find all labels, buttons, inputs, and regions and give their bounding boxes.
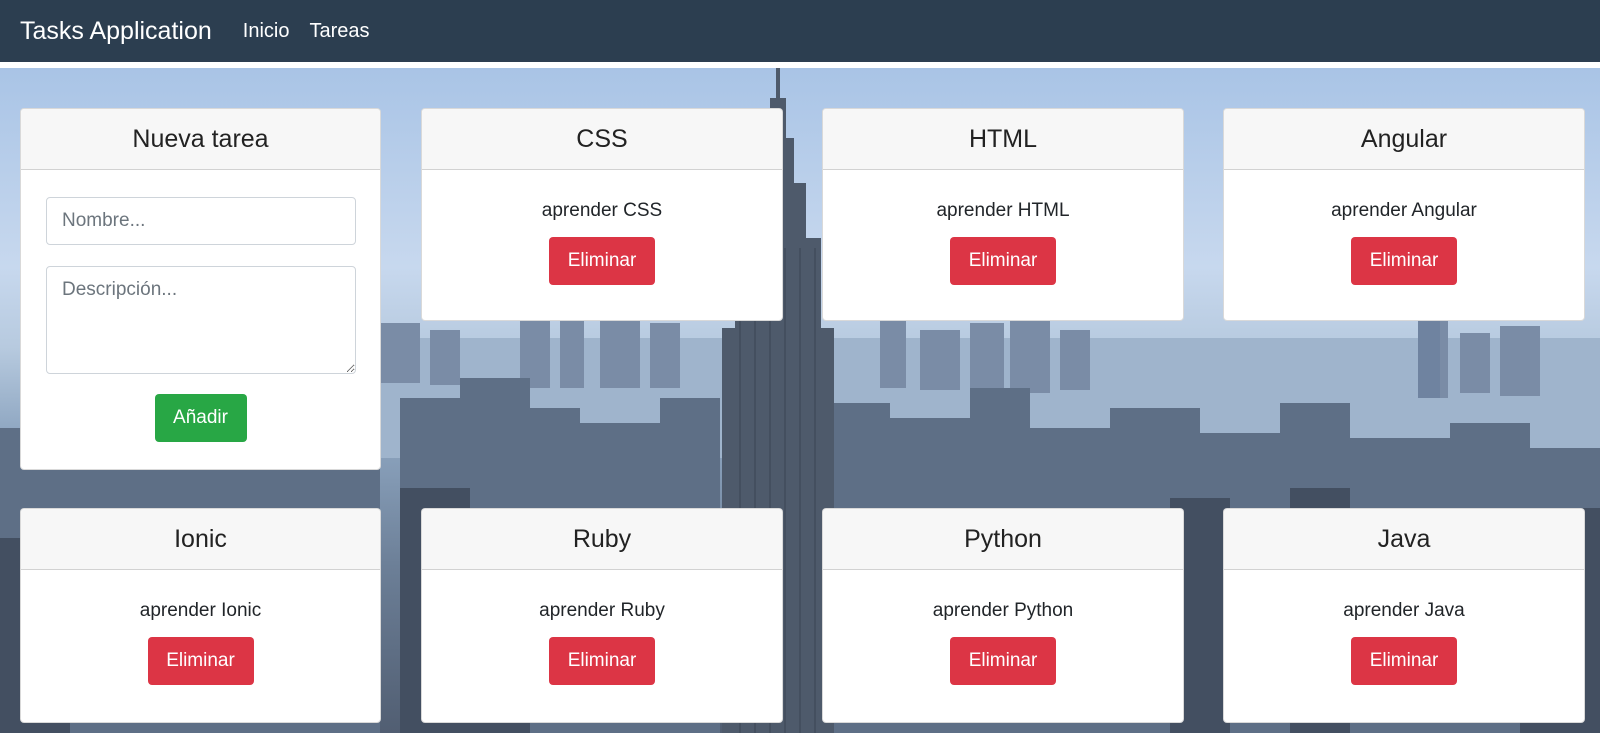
delete-task-button[interactable]: Eliminar <box>1351 237 1457 285</box>
task-description: aprender CSS <box>541 200 663 221</box>
task-description: aprender Java <box>1343 600 1465 621</box>
task-card: Python aprender Python Eliminar <box>822 508 1184 723</box>
navbar-brand[interactable]: Tasks Application <box>20 17 212 46</box>
delete-task-button[interactable]: Eliminar <box>147 637 254 685</box>
task-description: aprender Ionic <box>139 600 262 621</box>
task-card: Angular aprender Angular Eliminar <box>1223 108 1585 321</box>
task-title: Angular <box>1224 109 1584 170</box>
task-title: Python <box>823 509 1183 570</box>
new-task-form: Añadir <box>21 170 380 442</box>
top-navbar: Tasks Application Inicio Tareas <box>0 0 1600 65</box>
task-card: Ionic aprender Ionic Eliminar <box>20 508 381 723</box>
nav-link-inicio[interactable]: Inicio <box>243 20 290 43</box>
task-description: aprender HTML <box>936 200 1070 221</box>
task-title: Ruby <box>422 509 782 570</box>
task-name-input[interactable] <box>46 197 356 245</box>
task-card: Ruby aprender Ruby Eliminar <box>421 508 783 723</box>
task-title: Ionic <box>21 509 380 570</box>
add-task-button[interactable]: Añadir <box>154 394 247 442</box>
delete-task-button[interactable]: Eliminar <box>1351 637 1457 685</box>
task-description: aprender Angular <box>1331 200 1477 221</box>
task-title: CSS <box>422 109 782 170</box>
new-task-title: Nueva tarea <box>21 109 380 170</box>
nav-link-tareas[interactable]: Tareas <box>309 20 369 43</box>
delete-task-button[interactable]: Eliminar <box>950 637 1056 685</box>
task-description: aprender Python <box>932 600 1074 621</box>
task-card: CSS aprender CSS Eliminar <box>421 108 783 321</box>
delete-task-button[interactable]: Eliminar <box>950 237 1056 285</box>
task-card: Java aprender Java Eliminar <box>1223 508 1585 723</box>
task-description-textarea[interactable] <box>46 266 356 374</box>
delete-task-button[interactable]: Eliminar <box>549 637 655 685</box>
delete-task-button[interactable]: Eliminar <box>549 237 655 285</box>
new-task-card: Nueva tarea Añadir <box>20 108 381 470</box>
task-description: aprender Ruby <box>539 600 665 621</box>
task-title: Java <box>1224 509 1584 570</box>
task-title: HTML <box>823 109 1183 170</box>
task-card: HTML aprender HTML Eliminar <box>822 108 1184 321</box>
